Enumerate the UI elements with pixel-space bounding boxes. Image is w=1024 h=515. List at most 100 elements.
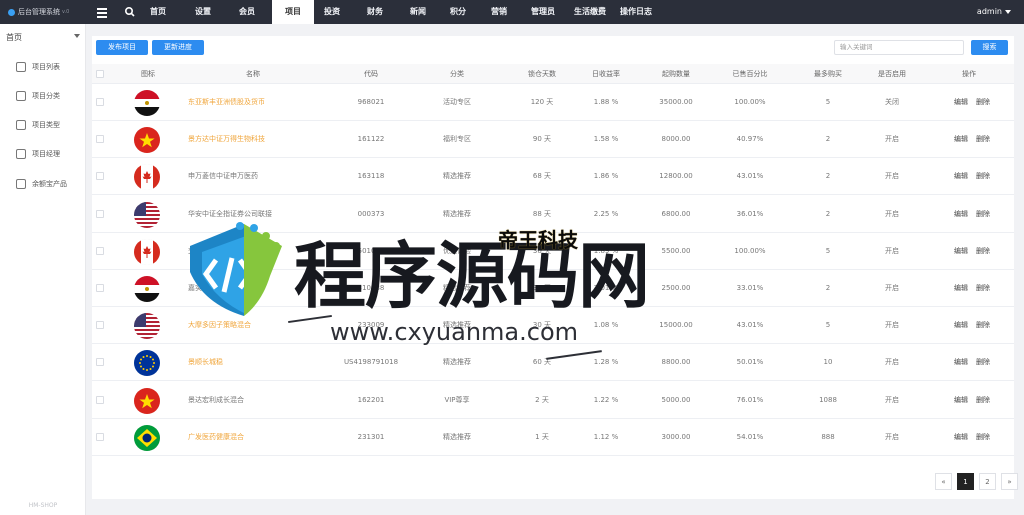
cell-rate: 1.86 % [593, 172, 619, 181]
row-checkbox[interactable] [96, 321, 104, 330]
cell-rate: 2.01 % [593, 284, 619, 292]
nav-item[interactable]: 操作日志 [616, 0, 656, 24]
page-2-button[interactable]: 2 [979, 473, 996, 490]
delete-button[interactable]: 删除 [976, 321, 990, 329]
cell-rate: 2.25 % [593, 209, 619, 218]
delete-button[interactable]: 删除 [976, 98, 990, 106]
cell-code: 310388 [357, 284, 385, 292]
brand: 后台管理系统 v.0 [0, 0, 86, 24]
cell-category: 精选推荐 [443, 432, 471, 441]
row-actions: 编辑 删除 [954, 270, 998, 307]
edit-button[interactable]: 编辑 [954, 321, 968, 329]
cell-name[interactable]: 申万菱信中证申万医药 [188, 158, 318, 195]
column-header: 锁仓天数 [528, 70, 556, 78]
edit-button[interactable]: 编辑 [954, 135, 968, 143]
cell-sold: 43.01% [736, 172, 764, 181]
edit-button[interactable]: 编辑 [954, 98, 968, 106]
user-menu[interactable]: admin [977, 0, 1011, 24]
row-checkbox[interactable] [96, 284, 104, 292]
search-button[interactable]: 搜索 [971, 40, 1008, 55]
sidebar-item[interactable]: 项目列表 [16, 59, 82, 75]
nav-item[interactable]: 首页 [142, 0, 174, 24]
row-checkbox[interactable] [96, 98, 104, 106]
cell-code: 233009 [357, 321, 385, 330]
row-checkbox[interactable] [96, 172, 104, 181]
edit-button[interactable]: 编辑 [954, 433, 968, 441]
nav-item[interactable]: 新闻 [402, 0, 434, 24]
nav-item[interactable]: 会员 [232, 0, 262, 24]
cell-category: 活动专区 [443, 98, 471, 106]
cell-sold: 36.01% [736, 209, 764, 218]
brand-title: 后台管理系统 [18, 8, 60, 16]
nav-item[interactable]: 管理员 [524, 0, 562, 24]
row-checkbox[interactable] [96, 246, 104, 255]
delete-button[interactable]: 删除 [976, 247, 990, 255]
edit-button[interactable]: 编辑 [954, 172, 968, 180]
column-header: 操作 [962, 70, 976, 78]
cell-days: 90 天 [532, 135, 552, 144]
edit-button[interactable]: 编辑 [954, 247, 968, 255]
refresh-progress-button[interactable]: 更新进度 [152, 40, 204, 55]
sidebar-item[interactable]: 项目经理 [16, 146, 82, 162]
cell-name[interactable]: 东亚斯丰亚洲债股及货币 [188, 84, 318, 121]
cell-name[interactable]: 景达宏利成长混合 [188, 382, 318, 419]
cell-enabled: 开启 [885, 358, 899, 367]
edit-button[interactable]: 编辑 [954, 210, 968, 218]
nav-item[interactable]: 设置 [186, 0, 220, 24]
usa-flag-icon [134, 313, 160, 340]
cell-rate: 1.58 % [593, 135, 619, 144]
nav-item[interactable]: 财务 [358, 0, 392, 24]
nav-item[interactable]: 项目 [272, 0, 314, 24]
row-checkbox[interactable] [96, 209, 104, 218]
sidebar-item[interactable]: 余额宝产品 [16, 176, 82, 192]
sidebar-item[interactable]: 项目类型 [16, 117, 82, 133]
page-next-button[interactable]: » [1001, 473, 1018, 490]
edit-button[interactable]: 编辑 [954, 284, 968, 292]
delete-button[interactable]: 删除 [976, 433, 990, 441]
cell-sold: 54.01% [736, 432, 764, 441]
cell-sold: 100.00% [734, 98, 766, 106]
cell-min: 5000.00 [661, 395, 691, 404]
delete-button[interactable]: 删除 [976, 358, 990, 366]
cell-name[interactable]: 嘉实新兴产业股票 [188, 270, 318, 307]
nav-item[interactable]: 积分 [442, 0, 474, 24]
delete-button[interactable]: 删除 [976, 172, 990, 180]
row-checkbox[interactable] [96, 432, 104, 441]
cell-min: 6800.00 [661, 209, 691, 218]
sidebar-item[interactable]: 项目分类 [16, 88, 82, 104]
row-checkbox[interactable] [96, 395, 104, 404]
delete-button[interactable]: 删除 [976, 396, 990, 404]
nav-item[interactable]: 投资 [316, 0, 348, 24]
sidebar: 首页 项目列表 项目分类 项目类型 项目经理 余额宝产品 HM-SHOP [0, 24, 86, 515]
edit-button[interactable]: 编辑 [954, 358, 968, 366]
cell-name[interactable]: 交银施罗德优选价值 [188, 233, 318, 270]
cell-name[interactable]: 景顺长城稳 [188, 344, 318, 381]
nav-item[interactable]: 营销 [482, 0, 516, 24]
cell-sold: 76.01% [736, 395, 764, 404]
cell-max: 2 [825, 135, 831, 144]
column-header: 代码 [364, 70, 378, 78]
menu-toggle-icon[interactable] [92, 5, 112, 19]
search-input[interactable]: 输入关键词 [834, 40, 964, 55]
cell-name[interactable]: 大摩多因子策略混合 [188, 307, 318, 344]
page-1-button[interactable]: 1 [957, 473, 974, 490]
cell-name[interactable]: 景方达中证万得生物科技 [188, 121, 318, 158]
row-checkbox[interactable] [96, 358, 104, 367]
edit-button[interactable]: 编辑 [954, 396, 968, 404]
brand-version: v.0 [62, 9, 70, 15]
cell-enabled: 关闭 [885, 98, 899, 106]
column-header: 最多购买 [814, 70, 842, 78]
row-checkbox[interactable] [96, 135, 104, 144]
publish-project-button[interactable]: 发布项目 [96, 40, 148, 55]
cell-name[interactable]: 广发医药健康混合 [188, 419, 318, 456]
sidebar-home[interactable]: 首页 [6, 32, 80, 43]
select-all-checkbox[interactable] [96, 70, 104, 78]
page-prev-button[interactable]: « [935, 473, 952, 490]
search-icon[interactable] [122, 5, 138, 19]
cell-enabled: 开启 [885, 284, 899, 292]
cell-name[interactable]: 华安中证全指证券公司联接 [188, 196, 318, 233]
delete-button[interactable]: 删除 [976, 284, 990, 292]
nav-item[interactable]: 生活缴费 [568, 0, 612, 24]
delete-button[interactable]: 删除 [976, 135, 990, 143]
delete-button[interactable]: 删除 [976, 210, 990, 218]
